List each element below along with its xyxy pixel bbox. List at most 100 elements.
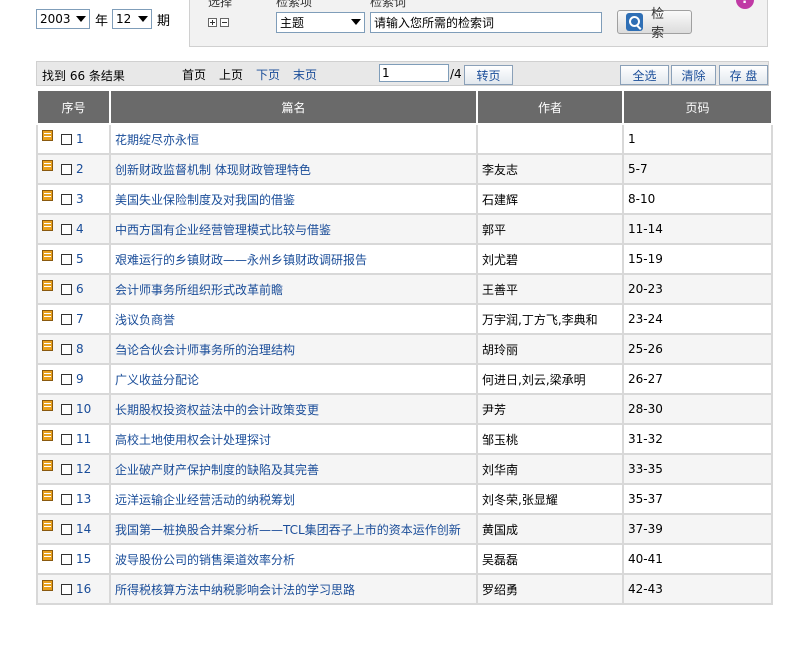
row-number[interactable]: 15 <box>76 552 91 566</box>
document-icon[interactable] <box>42 160 53 171</box>
document-icon[interactable] <box>42 430 53 441</box>
row-number[interactable]: 13 <box>76 492 91 506</box>
row-checkbox[interactable] <box>61 164 72 175</box>
row-checkbox[interactable] <box>61 194 72 205</box>
row-index-cell: 3 <box>36 183 111 215</box>
row-checkbox[interactable] <box>61 464 72 475</box>
first-page-link[interactable]: 首页 <box>182 66 206 83</box>
article-title-link[interactable]: 长期股权投资权益法中的会计政策变更 <box>115 403 319 417</box>
chevron-down-icon[interactable] <box>73 11 88 27</box>
row-checkbox[interactable] <box>61 224 72 235</box>
select-all-button[interactable]: 全选 <box>620 65 669 85</box>
row-number[interactable]: 5 <box>76 252 84 266</box>
row-number[interactable]: 2 <box>76 162 84 176</box>
row-number[interactable]: 14 <box>76 522 91 536</box>
document-icon[interactable] <box>42 460 53 471</box>
year-select[interactable]: 2003 <box>36 9 90 29</box>
document-icon[interactable] <box>42 310 53 321</box>
article-title-link[interactable]: 企业破产财产保护制度的缺陷及其完善 <box>115 463 319 477</box>
row-checkbox[interactable] <box>61 254 72 265</box>
row-pages-cell: 1 <box>622 123 773 155</box>
row-number[interactable]: 11 <box>76 432 91 446</box>
document-icon[interactable] <box>42 220 53 231</box>
row-checkbox[interactable] <box>61 524 72 535</box>
search-input[interactable] <box>370 12 602 33</box>
row-checkbox[interactable] <box>61 344 72 355</box>
article-title-link[interactable]: 美国失业保险制度及对我国的借鉴 <box>115 193 295 207</box>
article-title-link[interactable]: 波导股份公司的销售渠道效率分析 <box>115 553 295 567</box>
row-checkbox[interactable] <box>61 494 72 505</box>
month-select[interactable]: 12 <box>112 9 153 29</box>
document-icon[interactable] <box>42 520 53 531</box>
row-index-cell: 2 <box>36 153 111 185</box>
row-checkbox[interactable] <box>61 284 72 295</box>
row-number[interactable]: 6 <box>76 282 84 296</box>
document-icon[interactable] <box>42 340 53 351</box>
chevron-down-icon[interactable] <box>348 14 363 30</box>
goto-page-button[interactable]: 转页 <box>464 65 513 85</box>
row-checkbox[interactable] <box>61 134 72 145</box>
last-page-link[interactable]: 末页 <box>293 66 317 83</box>
save-button[interactable]: 存 盘 <box>719 65 768 85</box>
article-title-link[interactable]: 艰难运行的乡镇财政——永州乡镇财政调研报告 <box>115 253 367 267</box>
row-checkbox[interactable] <box>61 434 72 445</box>
row-number[interactable]: 7 <box>76 312 84 326</box>
document-icon[interactable] <box>42 400 53 411</box>
article-title-link[interactable]: 广义收益分配论 <box>115 373 199 387</box>
table-row: 9 广义收益分配论 何进日,刘云,梁承明 26-27 <box>36 363 773 395</box>
row-number[interactable]: 12 <box>76 462 91 476</box>
next-page-link[interactable]: 下页 <box>256 66 280 83</box>
row-title-cell: 美国失业保险制度及对我国的借鉴 <box>109 183 478 215</box>
term-label: 检索词 <box>370 0 407 9</box>
document-icon[interactable] <box>42 550 53 561</box>
document-icon[interactable] <box>42 370 53 381</box>
search-button[interactable]: 检 索 <box>617 7 692 41</box>
table-body: 1 花期绽尽亦永恒 1 2 创新财政监督机制 体现财政管理特色 李友志 5-7 3 美国失业保险… <box>36 123 773 605</box>
row-checkbox[interactable] <box>61 314 72 325</box>
document-icon[interactable] <box>42 490 53 501</box>
row-pages-cell: 15-19 <box>622 243 773 275</box>
row-title-cell: 创新财政监督机制 体现财政管理特色 <box>109 153 478 185</box>
article-title-link[interactable]: 我国第一桩换股合并案分析——TCL集团吞子上市的资本运作创新 <box>115 523 461 537</box>
row-checkbox[interactable] <box>61 374 72 385</box>
row-checkbox[interactable] <box>61 584 72 595</box>
article-title-link[interactable]: 远洋运输企业经营活动的纳税筹划 <box>115 493 295 507</box>
row-number[interactable]: 9 <box>76 372 84 386</box>
row-title-cell: 企业破产财产保护制度的缺陷及其完善 <box>109 453 478 485</box>
row-number[interactable]: 1 <box>76 132 84 146</box>
minus-icon[interactable] <box>220 18 229 27</box>
document-icon[interactable] <box>42 250 53 261</box>
document-icon[interactable] <box>42 130 53 141</box>
row-title-cell: 刍论合伙会计师事务所的治理结构 <box>109 333 478 365</box>
row-number[interactable]: 3 <box>76 192 84 206</box>
article-title-link[interactable]: 所得税核算方法中纳税影响会计法的学习思路 <box>115 583 355 597</box>
row-checkbox[interactable] <box>61 404 72 415</box>
document-icon[interactable] <box>42 580 53 591</box>
document-icon[interactable] <box>42 190 53 201</box>
row-title-cell: 广义收益分配论 <box>109 363 478 395</box>
article-title-link[interactable]: 高校土地使用权会计处理探讨 <box>115 433 271 447</box>
article-title-link[interactable]: 刍论合伙会计师事务所的治理结构 <box>115 343 295 357</box>
document-icon[interactable] <box>42 280 53 291</box>
article-title-link[interactable]: 花期绽尽亦永恒 <box>115 133 199 147</box>
row-number[interactable]: 16 <box>76 582 91 596</box>
row-number[interactable]: 8 <box>76 342 84 356</box>
search-field-select[interactable]: 主题 <box>276 12 365 33</box>
article-title-link[interactable]: 会计师事务所组织形式改革前瞻 <box>115 283 283 297</box>
date-selector: 2003 年 12 期 <box>36 8 174 30</box>
article-title-link[interactable]: 浅议负商誉 <box>115 313 175 327</box>
article-title-link[interactable]: 中西方国有企业经营管理模式比较与借鉴 <box>115 223 331 237</box>
chevron-down-icon[interactable] <box>135 11 151 27</box>
row-number[interactable]: 10 <box>76 402 91 416</box>
search-panel: 选择 检索项 检索词 主题 检 索 <box>189 0 768 47</box>
clear-button[interactable]: 清除 <box>671 65 716 85</box>
plus-icon[interactable] <box>208 18 217 27</box>
row-number[interactable]: 4 <box>76 222 84 236</box>
article-title-link[interactable]: 创新财政监督机制 体现财政管理特色 <box>115 163 311 177</box>
row-pages-cell: 20-23 <box>622 273 773 305</box>
row-index-cell: 10 <box>36 393 111 425</box>
prev-page-link[interactable]: 上页 <box>219 66 243 83</box>
table-row: 6 会计师事务所组织形式改革前瞻 王善平 20-23 <box>36 273 773 305</box>
row-checkbox[interactable] <box>61 554 72 565</box>
page-number-input[interactable] <box>379 64 449 82</box>
